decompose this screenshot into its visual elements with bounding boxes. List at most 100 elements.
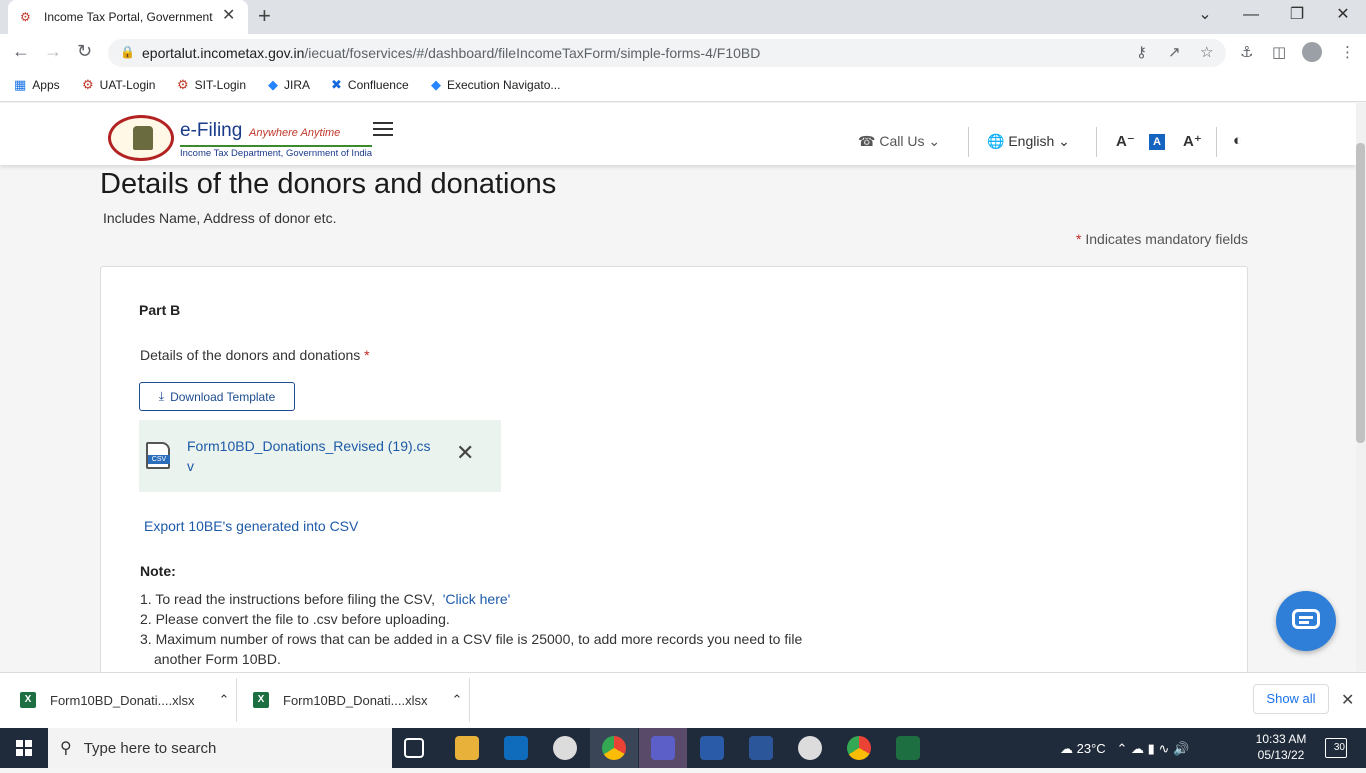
emblem-icon (108, 115, 174, 161)
note-item: 1. To read the instructions before filin… (140, 591, 511, 607)
divider (1216, 127, 1217, 157)
bookmark-apps[interactable]: ▦ Apps (14, 77, 60, 93)
file-explorer-icon[interactable] (455, 736, 479, 760)
download-item[interactable]: X Form10BD_Donati....xlsx ⌃ (20, 672, 229, 728)
window-close-icon[interactable]: ✕ (1323, 4, 1363, 26)
brand-subtitle: Income Tax Department, Government of Ind… (180, 145, 373, 159)
default-font-icon[interactable]: A (1149, 134, 1165, 150)
call-us-dropdown[interactable]: ☎ Call Us ⌄ (858, 133, 940, 150)
uploaded-file-name[interactable]: Form10BD_Donations_Revised (19).csv (187, 436, 435, 476)
globe-icon: 🌐 (987, 133, 1005, 149)
note-item-continued: another Form 10BD. (154, 651, 281, 667)
bookmark-sit-login[interactable]: ⚙ SIT-Login (177, 77, 246, 93)
page-subtitle: Includes Name, Address of donor etc. (103, 210, 337, 226)
key-icon[interactable]: ⚷ (1136, 44, 1147, 62)
note-item: 3. Maximum number of rows that can be ad… (140, 631, 803, 647)
browser-tab[interactable]: ⚙ Income Tax Portal, Government o ✕ (8, 0, 248, 34)
bookmark-execution-navigator[interactable]: ◆ Execution Navigato... (431, 77, 560, 93)
extensions-icon[interactable]: ⚓ (1240, 44, 1253, 62)
reload-icon[interactable]: ↻ (77, 40, 92, 62)
side-panel-icon[interactable]: ◫ (1272, 44, 1286, 62)
download-item[interactable]: X Form10BD_Donati....xlsx ⌃ (253, 672, 462, 728)
site-icon: ⚙ (82, 77, 94, 92)
excel-file-icon: X (20, 692, 36, 708)
chevron-up-icon[interactable]: ⌃ (219, 692, 230, 708)
notification-center-icon[interactable]: 30 (1325, 738, 1347, 758)
contrast-icon[interactable]: ◐ (1233, 132, 1242, 149)
bookmark-jira[interactable]: ◆ JIRA (268, 77, 310, 93)
mandatory-note: * Indicates mandatory fields (1076, 231, 1248, 247)
decrease-font-icon[interactable]: A⁻ (1116, 132, 1135, 150)
volume-icon[interactable]: 🔊 (1173, 741, 1189, 756)
app-icon[interactable] (553, 736, 577, 760)
bookmark-confluence[interactable]: ✖ Confluence (331, 77, 409, 93)
divider (1096, 127, 1097, 157)
chevron-up-icon[interactable]: ⌃ (1117, 741, 1128, 756)
close-download-bar-icon[interactable]: ✕ (1341, 690, 1354, 710)
bookmark-star-icon[interactable]: ☆ (1200, 44, 1213, 62)
app-icon[interactable] (798, 736, 822, 760)
tab-close-icon[interactable]: ✕ (222, 7, 235, 25)
taskbar-search[interactable]: ⚲ Type here to search (48, 728, 392, 768)
share-icon[interactable]: ↗ (1168, 44, 1181, 62)
back-icon[interactable]: ← (12, 40, 30, 62)
chat-button[interactable] (1276, 591, 1336, 651)
excel-icon[interactable] (896, 736, 920, 760)
brand-tagline: Anywhere Anytime (249, 127, 341, 139)
scrollbar-thumb[interactable] (1356, 143, 1365, 443)
site-icon: ⚙ (177, 77, 189, 92)
wifi-icon[interactable]: ∿ (1158, 741, 1169, 756)
phone-icon: ☎ (858, 133, 876, 149)
battery-icon[interactable]: ▮ (1148, 741, 1155, 756)
url-text[interactable]: eportalut.incometax.gov.in/iecuat/foserv… (142, 45, 760, 61)
jira-icon: ◆ (431, 77, 441, 92)
menu-kebab-icon[interactable]: ⋮ (1340, 44, 1355, 62)
increase-font-icon[interactable]: A⁺ (1183, 132, 1202, 150)
bookmark-uat-login[interactable]: ⚙ UAT-Login (82, 77, 155, 93)
language-dropdown[interactable]: 🌐 English ⌄ (987, 133, 1070, 150)
download-icon: ⤓ (158, 389, 165, 403)
confluence-icon: ✖ (331, 77, 342, 92)
chevron-down-icon: ⌄ (928, 133, 941, 149)
tab-search-icon[interactable]: ⌄ (1185, 4, 1225, 26)
divider (236, 678, 237, 722)
lock-icon[interactable]: 🔒 (120, 45, 135, 59)
onedrive-icon[interactable]: ☁ (1131, 741, 1144, 756)
site-favicon-icon: ⚙ (20, 10, 31, 24)
download-template-button[interactable]: ⤓ Download Template (139, 382, 295, 411)
outlook-icon[interactable] (504, 736, 528, 760)
note-item: 2. Please convert the file to .csv befor… (140, 611, 450, 627)
minimize-icon[interactable]: — (1231, 4, 1271, 26)
page-title: Details of the donors and donations (100, 168, 557, 200)
system-tray[interactable]: ☁ 23°C ⌃ ☁ ▮ ∿ 🔊 (1060, 741, 1189, 757)
chevron-up-icon[interactable]: ⌃ (452, 692, 463, 708)
profile-avatar[interactable] (1302, 42, 1322, 62)
field-label: Details of the donors and donations * (140, 347, 370, 363)
csv-file-icon: CSV (146, 442, 170, 469)
chat-icon (1292, 609, 1320, 629)
brand-name: e-Filing (180, 120, 243, 141)
hamburger-menu-icon[interactable] (373, 122, 393, 136)
efiling-logo[interactable]: e-Filing Anywhere Anytime Income Tax Dep… (108, 113, 373, 163)
show-all-button[interactable]: Show all (1253, 684, 1329, 714)
chrome-icon[interactable] (602, 736, 626, 760)
click-here-link[interactable]: 'Click here' (443, 591, 511, 607)
word-icon[interactable] (749, 736, 773, 760)
remove-file-icon[interactable]: ✕ (456, 442, 474, 464)
excel-file-icon: X (253, 692, 269, 708)
teams-icon[interactable] (651, 736, 675, 760)
part-label: Part B (139, 302, 181, 318)
export-10be-link[interactable]: Export 10BE's generated into CSV (144, 518, 358, 534)
clock[interactable]: 10:33 AM 05/13/22 (1248, 731, 1314, 763)
forward-icon: → (44, 41, 62, 61)
chrome-icon[interactable] (847, 736, 871, 760)
apps-grid-icon: ▦ (14, 77, 27, 92)
new-tab-icon[interactable]: + (258, 5, 271, 27)
weather-icon: ☁ (1060, 741, 1073, 756)
windows-start-button[interactable] (0, 728, 48, 768)
restore-icon[interactable]: ❐ (1277, 4, 1317, 26)
app-icon[interactable] (700, 736, 724, 760)
tab-title: Income Tax Portal, Government o (44, 10, 214, 24)
task-view-icon[interactable] (404, 738, 424, 758)
search-icon: ⚲ (60, 740, 72, 757)
